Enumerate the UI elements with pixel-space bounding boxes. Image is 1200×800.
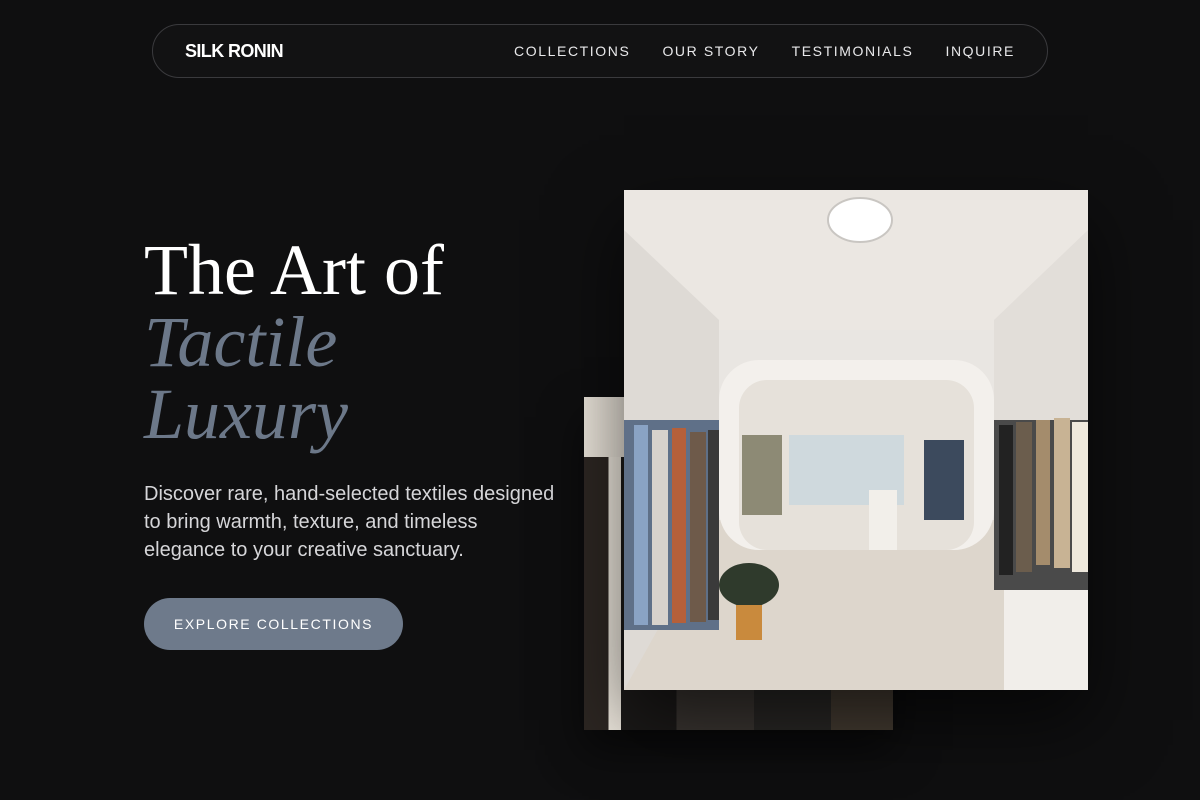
hero-section: The Art of Tactile Luxury Discover rare,… [144,234,564,650]
headline-accent-line-1: Tactile [144,302,338,382]
brand-logo[interactable]: SILK RONIN [185,41,284,62]
nav-link-our-story[interactable]: OUR STORY [662,43,759,59]
nav-link-testimonials[interactable]: TESTIMONIALS [792,43,914,59]
headline-accent-line-2: Luxury [144,374,348,454]
boutique-interior-image [624,190,1088,690]
top-nav: SILK RONIN COLLECTIONS OUR STORY TESTIMO… [152,24,1048,78]
boutique-illustration [624,190,1088,690]
explore-collections-button[interactable]: EXPLORE COLLECTIONS [144,598,403,650]
nav-links: COLLECTIONS OUR STORY TESTIMONIALS INQUI… [514,43,1015,59]
headline-line-1: The Art of [144,230,444,310]
hero-headline: The Art of Tactile Luxury [144,234,564,450]
hero-subtext: Discover rare, hand-selected textiles de… [144,483,555,561]
nav-link-collections[interactable]: COLLECTIONS [514,43,630,59]
page: SILK RONIN COLLECTIONS OUR STORY TESTIMO… [0,0,1200,800]
nav-link-inquire[interactable]: INQUIRE [945,43,1015,59]
